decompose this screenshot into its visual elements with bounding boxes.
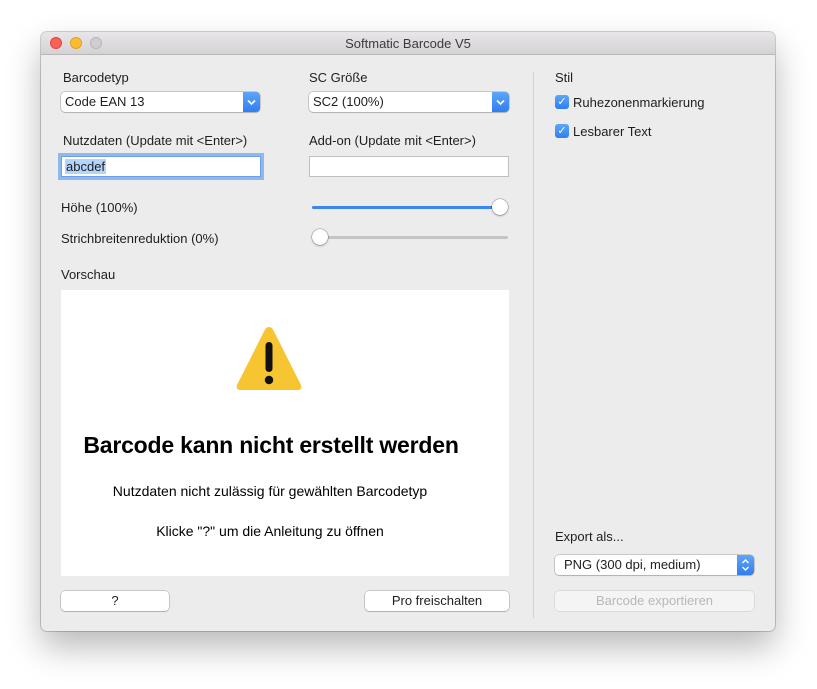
lesbarer-text-checkbox[interactable]: ✓ Lesbarer Text	[555, 123, 755, 141]
nutzdaten-label: Nutzdaten (Update mit <Enter>)	[63, 133, 248, 148]
sc-groesse-select[interactable]: SC2 (100%)	[309, 92, 509, 112]
title-bar[interactable]: Softmatic Barcode V5	[41, 32, 775, 55]
strich-label: Strichbreitenreduktion (0%)	[61, 231, 219, 246]
strich-slider-knob[interactable]	[312, 229, 328, 245]
ruhezonen-label: Ruhezonenmarkierung	[573, 95, 705, 110]
window-title: Softmatic Barcode V5	[345, 36, 471, 51]
sc-groesse-label: SC Größe	[309, 70, 368, 85]
export-format-select[interactable]: PNG (300 dpi, medium)	[555, 555, 754, 575]
help-button[interactable]: ?	[61, 591, 169, 611]
export-barcode-button[interactable]: Barcode exportieren	[555, 591, 754, 611]
updown-chevron-icon	[737, 555, 754, 575]
hoehe-slider-fill	[312, 206, 500, 209]
strich-slider-track	[312, 236, 508, 239]
error-hint: Klicke "?" um die Anleitung zu öffnen	[156, 523, 384, 539]
strich-slider[interactable]	[312, 228, 508, 248]
export-als-label: Export als...	[555, 529, 624, 544]
barcodetyp-select[interactable]: Code EAN 13	[61, 92, 260, 112]
checkmark-icon: ✓	[555, 124, 569, 138]
chevron-down-icon	[243, 92, 260, 112]
stil-label: Stil	[555, 70, 574, 85]
export-format-value: PNG (300 dpi, medium)	[564, 557, 701, 572]
barcodetyp-value: Code EAN 13	[65, 94, 145, 109]
sc-groesse-value: SC2 (100%)	[313, 94, 384, 109]
nutzdaten-value: abcdef	[65, 159, 107, 174]
chevron-down-icon	[492, 92, 509, 112]
addon-label: Add-on (Update mit <Enter>)	[309, 133, 476, 148]
preview-panel: Barcode kann nicht erstellt werden Nutzd…	[61, 290, 509, 576]
hoehe-slider[interactable]	[312, 198, 508, 218]
nutzdaten-input[interactable]: abcdef	[61, 156, 261, 177]
hoehe-slider-knob[interactable]	[492, 199, 508, 215]
hoehe-label: Höhe (100%)	[61, 200, 138, 215]
ruhezonen-checkbox[interactable]: ✓ Ruhezonenmarkierung	[555, 94, 755, 112]
vertical-divider	[533, 72, 534, 618]
addon-input[interactable]	[309, 156, 509, 177]
error-message: Nutzdaten nicht zulässig für gewählten B…	[112, 483, 428, 499]
lesbarer-text-label: Lesbarer Text	[573, 124, 652, 139]
warning-triangle-icon	[234, 324, 304, 394]
vorschau-label: Vorschau	[61, 267, 116, 282]
app-window: Softmatic Barcode V5 Barcodetyp Code EAN…	[41, 32, 775, 631]
barcodetyp-label: Barcodetyp	[63, 70, 129, 85]
checkmark-icon: ✓	[555, 95, 569, 109]
pro-unlock-button[interactable]: Pro freischalten	[365, 591, 509, 611]
error-title: Barcode kann nicht erstellt werden	[83, 432, 459, 458]
